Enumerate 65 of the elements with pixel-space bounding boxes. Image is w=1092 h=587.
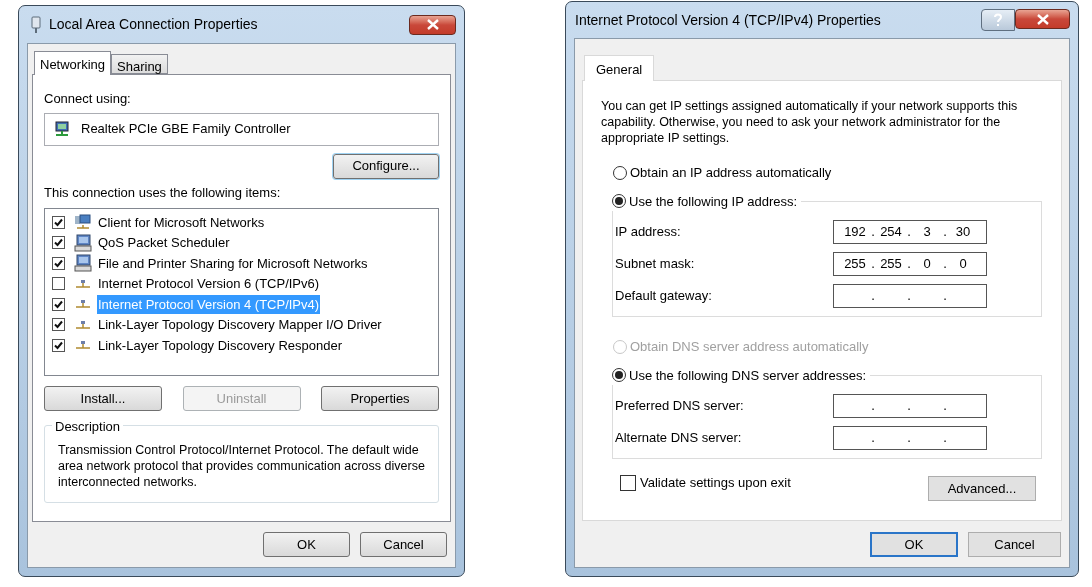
radio-label: Obtain DNS server address automatically	[630, 338, 869, 356]
ip-address-field[interactable]: . . .	[833, 284, 987, 308]
computer-icon	[74, 233, 92, 252]
network-adapter-icon	[53, 121, 71, 137]
advanced-button[interactable]: Advanced...	[928, 476, 1036, 501]
network-protocol-icon	[74, 278, 92, 289]
network-cable-icon	[31, 15, 41, 34]
field-label: IP address:	[615, 223, 682, 242]
configure-button[interactable]: Configure...	[333, 153, 439, 179]
checkbox[interactable]	[52, 277, 65, 291]
network-protocol-icon	[74, 319, 92, 330]
list-item[interactable]: QoS Packet Scheduler	[97, 233, 231, 253]
radio-label: Use the following IP address:	[629, 192, 798, 211]
network-computer-icon	[74, 214, 92, 231]
help-button[interactable]	[981, 9, 1015, 31]
ip-address-field[interactable]: 255 . 255 . 0 . 0	[833, 252, 987, 276]
intro-text: You can get IP settings assigned automatically if your network supports this capability. Otherwise, you need to ask your network administrator for the appropriate IP settings.	[601, 98, 1019, 146]
tab[interactable]: Networking	[34, 51, 112, 75]
checkbox[interactable]	[52, 256, 65, 270]
help-icon	[993, 13, 1003, 27]
dialog-button[interactable]: OK	[263, 532, 350, 557]
computer-icon	[74, 254, 92, 273]
radio-button[interactable]	[612, 194, 626, 209]
ip-address-field[interactable]: 192 . 254 . 3 . 30	[833, 220, 987, 244]
radio-button[interactable]	[613, 165, 627, 180]
close-icon	[426, 19, 439, 30]
radio-button[interactable]	[612, 368, 626, 383]
action-button[interactable]: Install...	[44, 386, 162, 411]
list-item[interactable]: Internet Protocol Version 6 (TCP/IPv6)	[97, 274, 321, 294]
checkbox[interactable]	[52, 297, 65, 311]
list-item[interactable]: Client for Microsoft Networks	[97, 212, 266, 232]
network-protocol-icon	[74, 299, 92, 310]
checkbox[interactable]	[52, 236, 65, 250]
section-label: This connection uses the following items:	[44, 183, 282, 202]
field-label: Preferred DNS server:	[615, 397, 745, 416]
tab[interactable]: General	[584, 55, 655, 81]
adapter-name: Realtek PCIe GBE Family Controller	[81, 120, 291, 139]
field-label: Subnet mask:	[615, 255, 696, 274]
list-item[interactable]: Link-Layer Topology Discovery Mapper I/O Driver	[97, 315, 383, 335]
radio-label: Use the following DNS server addresses:	[629, 366, 866, 385]
ip-address-field[interactable]: . . .	[833, 394, 987, 418]
dialog-button[interactable]: Cancel	[968, 532, 1061, 557]
network-protocol-icon	[74, 340, 92, 351]
window-title: Internet Protocol Version 4 (TCP/IPv4) Properties	[575, 10, 881, 30]
checkbox[interactable]	[52, 215, 65, 229]
close-button[interactable]	[409, 14, 456, 35]
checkbox-label: Validate settings upon exit	[640, 473, 791, 492]
close-button[interactable]	[1015, 9, 1070, 29]
list-item[interactable]: File and Printer Sharing for Microsoft Networks	[97, 253, 369, 273]
checkbox[interactable]	[52, 318, 65, 332]
field-label: Default gateway:	[615, 287, 713, 306]
radio-label: Obtain an IP address automatically	[630, 164, 832, 182]
description-text: Transmission Control Protocol/Internet Protocol. The default wide area network protocol that provides communication across diverse interconnected networks.	[58, 442, 425, 490]
tab[interactable]: Sharing	[111, 54, 168, 74]
ip-address-field[interactable]: . . .	[833, 426, 987, 450]
section-label: Connect using:	[44, 90, 132, 108]
window-title: Local Area Connection Properties	[49, 15, 258, 34]
close-icon	[1036, 13, 1049, 25]
checkbox[interactable]	[620, 474, 636, 491]
action-button[interactable]: Properties	[321, 386, 439, 411]
dialog-button[interactable]: OK	[870, 532, 958, 557]
list-item[interactable]: Link-Layer Topology Discovery Responder	[97, 335, 343, 355]
field-label: Alternate DNS server:	[615, 429, 743, 448]
checkbox[interactable]	[52, 338, 65, 352]
dialog-button[interactable]: Cancel	[360, 532, 447, 557]
